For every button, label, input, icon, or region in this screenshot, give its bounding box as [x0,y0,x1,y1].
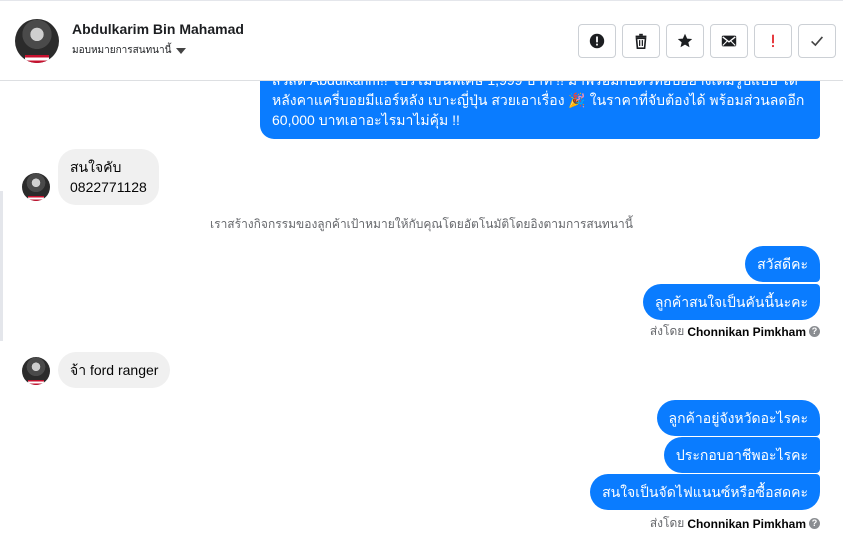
message-thread[interactable]: สวัสดี Abdulkarim!! โปรโมชั่นพิเศษ 1,999… [0,60,843,537]
contact-avatar[interactable] [22,357,50,385]
help-icon[interactable]: ? [809,326,820,337]
outgoing-message[interactable]: ลูกค้าอยู่จังหวัดอะไรคะ [656,400,820,436]
sent-by-label: ส่งโดย Chonnikan Pimkham ? [650,514,820,533]
assign-label: มอบหมายการสนทนานี้ [72,45,172,56]
alert-circle-icon [589,33,605,49]
outgoing-message[interactable]: ประกอบอาชีพอะไรคะ [663,437,820,473]
delete-button[interactable] [622,24,660,58]
contact-avatar[interactable] [22,173,50,201]
outgoing-message[interactable]: ลูกค้าสนใจเป็นคันนี้นะคะ [642,284,820,320]
important-button[interactable] [754,24,792,58]
message-text: 0822771128 [70,179,147,195]
scrollbar[interactable] [0,191,3,341]
conversation-actions [578,24,836,58]
agent-name[interactable]: Chonnikan Pimkham [687,325,806,339]
mark-done-button[interactable] [798,24,836,58]
outgoing-message[interactable]: สนใจเป็นจัดไฟแนนซ์หรือซื้อสดคะ [590,474,820,510]
incoming-message[interactable]: สนใจคับ 0822771128 [58,149,159,205]
mark-spam-button[interactable] [578,24,616,58]
star-icon [677,33,693,48]
incoming-message[interactable]: จ้า ford ranger [58,352,171,388]
message-text: สนใจคับ [70,159,122,175]
sent-by-prefix: ส่งโดย [649,324,685,338]
outgoing-message[interactable]: สวัสดีคะ [745,246,820,282]
help-icon[interactable]: ? [809,518,820,529]
sent-by-prefix: ส่งโดย [649,516,685,530]
follow-up-button[interactable] [666,24,704,58]
trash-icon [635,33,647,50]
exclamation-icon [772,34,774,48]
system-note: เราสร้างกิจกรรมของลูกค้าเป้าหมายให้กับคุ… [210,217,633,231]
envelope-icon [721,35,737,47]
contact-avatar[interactable] [15,19,59,63]
caret-down-icon [176,47,187,54]
sent-by-label: ส่งโดย Chonnikan Pimkham ? [650,322,820,341]
assign-conversation-dropdown[interactable]: มอบหมายการสนทนานี้ [72,43,187,58]
contact-name[interactable]: Abdulkarim Bin Mahamad [72,21,244,37]
mark-unread-button[interactable] [710,24,748,58]
check-icon [811,36,824,47]
agent-name[interactable]: Chonnikan Pimkham [687,517,806,531]
conversation-header: Abdulkarim Bin Mahamad มอบหมายการสนทนานี… [0,0,843,81]
